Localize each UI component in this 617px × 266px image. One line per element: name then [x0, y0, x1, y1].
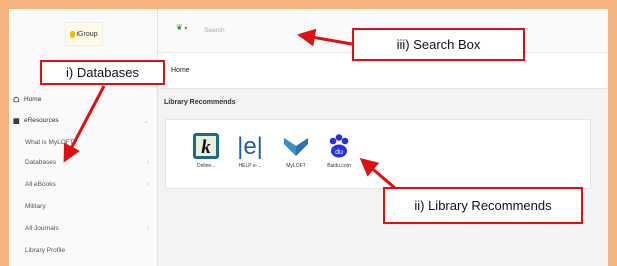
brand-logo[interactable]: iGroup — [65, 22, 103, 46]
search-scope-dropdown[interactable]: ❦ ▾ — [176, 23, 187, 32]
chevron-down-icon: ▾ — [182, 26, 188, 32]
svg-text:|e|: |e| — [237, 133, 263, 160]
recommends-card: k Online... |e| HELP e-... MyLOFT du Bai… — [165, 119, 591, 189]
sidebar: iGroup ☖ Home ▦ eResources ⌄ What is MyL… — [9, 9, 158, 266]
recommend-item-baidu[interactable]: du Baidu.com — [323, 132, 355, 169]
chevron-down-icon: ⌄ — [143, 118, 149, 125]
help-ej-icon: |e| — [236, 132, 264, 160]
recommend-item-myloft[interactable]: MyLOFT — [280, 132, 312, 169]
recommend-item-help[interactable]: |e| HELP e-... — [234, 132, 266, 169]
section-title: Library Recommends — [164, 99, 236, 106]
recommend-item-online[interactable]: k Online... — [190, 132, 222, 169]
baidu-paw-icon: du — [325, 132, 353, 160]
myloft-icon — [282, 132, 310, 160]
chevron-right-icon: › — [146, 181, 149, 188]
callout-library-recommends: ii) Library Recommends — [383, 187, 583, 224]
home-icon: ☖ — [13, 97, 20, 104]
svg-text:k: k — [201, 137, 211, 158]
breadcrumb: Home — [171, 67, 190, 74]
callout-search-box: iii) Search Box — [352, 28, 525, 61]
chevron-right-icon: › — [146, 225, 149, 232]
annotated-screenshot: iGroup ☖ Home ▦ eResources ⌄ What is MyL… — [0, 0, 617, 266]
callout-databases: i) Databases — [40, 60, 165, 85]
main-content: Library Recommends k Online... |e| HELP … — [158, 89, 608, 266]
svg-text:du: du — [335, 149, 343, 156]
library-icon: ▦ — [13, 118, 20, 125]
online-k-icon: k — [192, 132, 220, 160]
logo-icon — [70, 30, 76, 38]
chevron-right-icon: › — [146, 159, 149, 166]
